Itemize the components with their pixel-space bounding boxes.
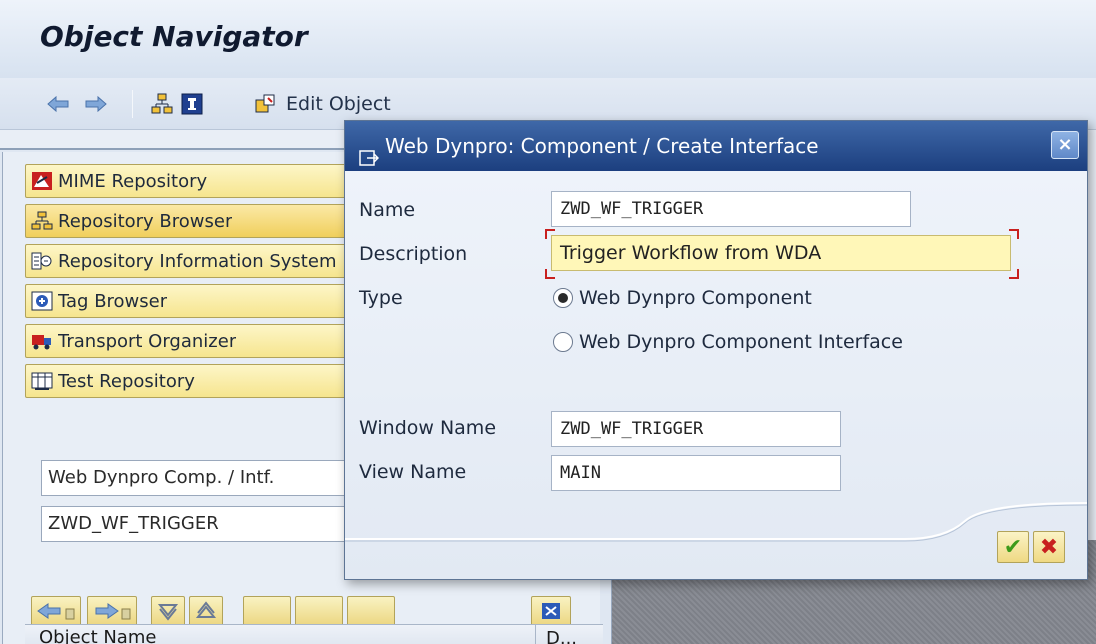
- close-button[interactable]: ×: [1051, 131, 1079, 159]
- nav-item-repository-browser[interactable]: Repository Browser: [25, 204, 355, 238]
- type-option-label: Web Dynpro Component Interface: [579, 331, 903, 353]
- nav-item-label: Repository Browser: [58, 210, 233, 232]
- nav-item-label: MIME Repository: [58, 170, 208, 192]
- edit-object-button[interactable]: Edit Object: [286, 93, 391, 115]
- tree-layout-button[interactable]: [243, 596, 291, 626]
- focus-marker: [1009, 229, 1019, 239]
- expand-all-button[interactable]: [151, 596, 185, 626]
- page-title: Object Navigator: [40, 20, 308, 53]
- object-list-header: Object Name D...: [25, 624, 603, 644]
- info-system-icon: [30, 250, 54, 272]
- dialog-window-icon: [359, 136, 380, 166]
- view-name-label: View Name: [359, 461, 467, 483]
- tree-settings-button[interactable]: [347, 596, 395, 626]
- nav-item-label: Transport Organizer: [58, 330, 237, 352]
- tree-forward-button[interactable]: [87, 596, 137, 626]
- column-object-name[interactable]: Object Name: [39, 627, 156, 644]
- footer-divider: [345, 502, 1087, 542]
- column-description[interactable]: D...: [535, 625, 577, 644]
- edit-object-icon[interactable]: [254, 92, 278, 116]
- title-bar: Object Navigator: [0, 0, 1096, 78]
- object-name-input[interactable]: ZWD_WF_TRIGGER: [41, 506, 361, 542]
- mime-icon: [30, 170, 54, 192]
- radio-button[interactable]: [553, 288, 573, 308]
- tree-display-button[interactable]: [295, 596, 343, 626]
- radio-button[interactable]: [553, 332, 573, 352]
- tag-icon: [30, 290, 54, 312]
- type-option-label: Web Dynpro Component: [579, 287, 812, 309]
- nav-item-transport-organizer[interactable]: Transport Organizer: [25, 324, 355, 358]
- type-option-component[interactable]: Web Dynpro Component: [553, 287, 812, 309]
- tree-icon: [30, 210, 54, 232]
- nav-item-repository-information-system[interactable]: Repository Information System: [25, 244, 355, 278]
- nav-item-label: Tag Browser: [58, 290, 168, 312]
- focus-marker: [545, 229, 555, 239]
- nav-item-tag-browser[interactable]: Tag Browser: [25, 284, 355, 318]
- description-input[interactable]: Trigger Workflow from WDA: [551, 235, 1011, 271]
- cancel-button[interactable]: ✖: [1033, 531, 1065, 563]
- window-name-label: Window Name: [359, 417, 497, 439]
- focus-marker: [545, 269, 555, 279]
- tree-close-button[interactable]: [531, 596, 571, 626]
- dialog-body: Name ZWD_WF_TRIGGER Description Trigger …: [345, 171, 1087, 579]
- dialog-title-bar[interactable]: Web Dynpro: Component / Create Interface…: [345, 121, 1087, 171]
- hierarchy-icon[interactable]: [150, 92, 174, 116]
- window-name-input[interactable]: ZWD_WF_TRIGGER: [551, 411, 841, 447]
- truck-icon: [30, 330, 54, 352]
- nav-item-label: Repository Information System: [58, 250, 337, 272]
- object-type-select[interactable]: Web Dynpro Comp. / Intf.: [41, 460, 361, 496]
- nav-item-test-repository[interactable]: Test Repository: [25, 364, 355, 398]
- focus-marker: [1009, 269, 1019, 279]
- back-arrow-icon[interactable]: [46, 92, 70, 116]
- dialog-title: Web Dynpro: Component / Create Interface: [385, 134, 819, 158]
- type-label: Type: [359, 287, 403, 309]
- info-icon[interactable]: [180, 92, 204, 116]
- collapse-all-button[interactable]: [189, 596, 223, 626]
- create-component-dialog: Web Dynpro: Component / Create Interface…: [344, 120, 1088, 580]
- type-option-interface[interactable]: Web Dynpro Component Interface: [553, 331, 903, 353]
- name-label: Name: [359, 199, 416, 221]
- tree-back-button[interactable]: [31, 596, 81, 626]
- toolbar-separator: [132, 90, 133, 118]
- description-label: Description: [359, 243, 468, 265]
- nav-item-mime-repository[interactable]: MIME Repository: [25, 164, 355, 198]
- view-name-input[interactable]: MAIN: [551, 455, 841, 491]
- name-input[interactable]: ZWD_WF_TRIGGER: [551, 191, 911, 227]
- nav-item-label: Test Repository: [58, 370, 195, 392]
- test-icon: [30, 370, 54, 392]
- forward-arrow-icon[interactable]: [84, 92, 108, 116]
- confirm-button[interactable]: ✔: [997, 531, 1029, 563]
